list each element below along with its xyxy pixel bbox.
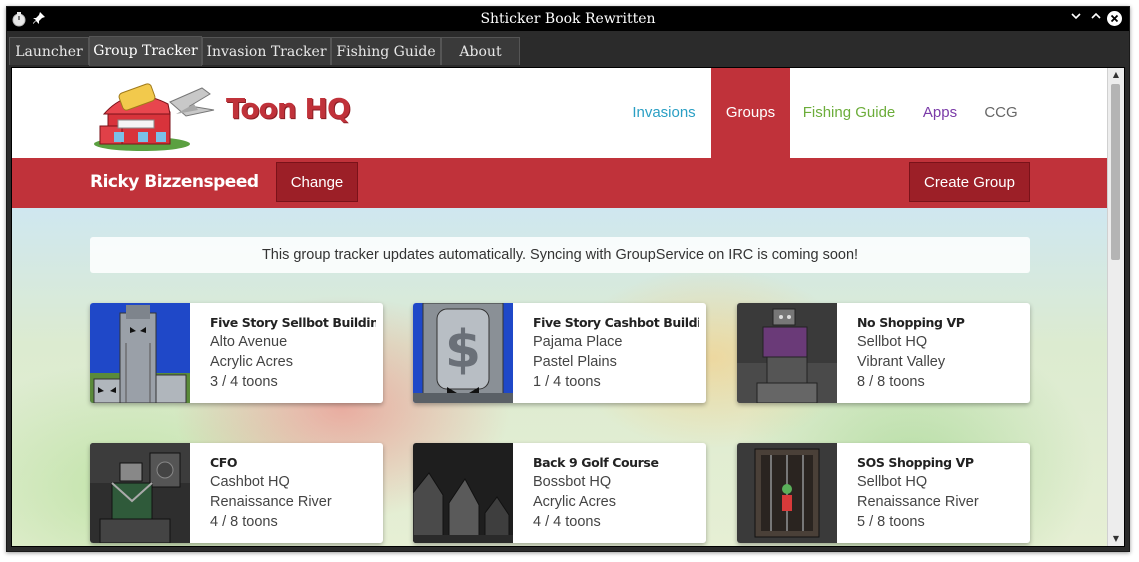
scroll-down-arrow[interactable]: ▼ xyxy=(1108,532,1124,546)
group-image-vp-boss xyxy=(737,303,837,403)
tab-launcher[interactable]: Launcher xyxy=(9,37,89,65)
nav-groups[interactable]: Groups xyxy=(711,68,790,158)
group-toon-count: 5 / 8 toons xyxy=(857,514,925,530)
site-navbar: Toon HQ Invasions Groups Fishing Guide A… xyxy=(12,68,1109,158)
group-district: Renaissance River xyxy=(210,494,332,510)
group-image-sellbot-building xyxy=(90,303,190,403)
main-tab-bar: Launcher Group Tracker Invasion Tracker … xyxy=(7,31,1129,67)
group-street: Alto Avenue xyxy=(210,334,288,350)
group-card[interactable]: $ Five Story Cashbot Building Pajama Pla… xyxy=(413,303,706,403)
info-alert: This group tracker updates automatically… xyxy=(90,237,1030,273)
toon-name: Ricky Bizzenspeed xyxy=(90,172,259,192)
group-title: Five Story Sellbot Building xyxy=(210,315,376,330)
app-window: Shticker Book Rewritten Launcher Group T… xyxy=(6,6,1130,552)
group-district: Acrylic Acres xyxy=(533,494,616,510)
group-district: Pastel Plains xyxy=(533,354,617,370)
group-image-cfo-boss xyxy=(90,443,190,543)
group-image-sos-vp xyxy=(737,443,837,543)
group-card[interactable]: No Shopping VP Sellbot HQ Vibrant Valley… xyxy=(737,303,1030,403)
close-button[interactable] xyxy=(1107,11,1122,26)
web-view: Toon HQ Invasions Groups Fishing Guide A… xyxy=(11,67,1125,547)
group-title: No Shopping VP xyxy=(857,315,965,330)
toonhq-logo[interactable] xyxy=(90,74,218,152)
nav-invasions[interactable]: Invasions xyxy=(618,68,710,158)
minimize-button[interactable] xyxy=(1067,10,1085,28)
group-title: SOS Shopping VP xyxy=(857,455,974,470)
svg-text:$: $ xyxy=(445,320,481,380)
site-brand[interactable]: Toon HQ xyxy=(226,92,351,125)
group-title: CFO xyxy=(210,455,238,470)
vertical-scrollbar[interactable]: ▲ ▼ xyxy=(1107,68,1124,546)
group-district: Vibrant Valley xyxy=(857,354,946,370)
group-card[interactable]: Five Story Sellbot Building Alto Avenue … xyxy=(90,303,383,403)
group-image-cashbot-building: $ xyxy=(413,303,513,403)
tab-invasion-tracker[interactable]: Invasion Tracker xyxy=(202,37,331,65)
group-street: Pajama Place xyxy=(533,334,623,350)
create-group-button[interactable]: Create Group xyxy=(909,162,1030,202)
change-toon-button[interactable]: Change xyxy=(276,162,358,202)
group-image-golf-course xyxy=(413,443,513,543)
group-title: Five Story Cashbot Building xyxy=(533,315,699,330)
nav-fishing-guide[interactable]: Fishing Guide xyxy=(792,68,906,158)
group-street: Cashbot HQ xyxy=(210,474,290,490)
user-bar: Ricky Bizzenspeed Change Create Group xyxy=(12,158,1109,208)
group-card[interactable]: SOS Shopping VP Sellbot HQ Renaissance R… xyxy=(737,443,1030,543)
nav-apps[interactable]: Apps xyxy=(908,68,972,158)
tab-about[interactable]: About xyxy=(441,37,520,65)
group-toon-count: 4 / 8 toons xyxy=(210,514,278,530)
toonhq-page: Toon HQ Invasions Groups Fishing Guide A… xyxy=(12,68,1109,546)
group-card[interactable]: CFO Cashbot HQ Renaissance River 4 / 8 t… xyxy=(90,443,383,543)
group-district: Acrylic Acres xyxy=(210,354,293,370)
tab-group-tracker[interactable]: Group Tracker xyxy=(89,36,202,66)
title-bar: Shticker Book Rewritten xyxy=(7,7,1129,31)
maximize-button[interactable] xyxy=(1087,10,1105,28)
nav-ccg[interactable]: CCG xyxy=(974,68,1028,158)
group-card[interactable]: Back 9 Golf Course Bossbot HQ Acrylic Ac… xyxy=(413,443,706,543)
group-district: Renaissance River xyxy=(857,494,979,510)
group-toon-count: 3 / 4 toons xyxy=(210,374,278,390)
group-street: Bossbot HQ xyxy=(533,474,612,490)
scroll-thumb[interactable] xyxy=(1111,84,1120,260)
group-street: Sellbot HQ xyxy=(857,474,928,490)
group-title: Back 9 Golf Course xyxy=(533,455,659,470)
scroll-up-arrow[interactable]: ▲ xyxy=(1108,68,1124,82)
group-toon-count: 4 / 4 toons xyxy=(533,514,601,530)
group-street: Sellbot HQ xyxy=(857,334,928,350)
group-toon-count: 1 / 4 toons xyxy=(533,374,601,390)
tab-fishing-guide[interactable]: Fishing Guide xyxy=(331,37,441,65)
window-title: Shticker Book Rewritten xyxy=(480,11,656,27)
group-toon-count: 8 / 8 toons xyxy=(857,374,925,390)
